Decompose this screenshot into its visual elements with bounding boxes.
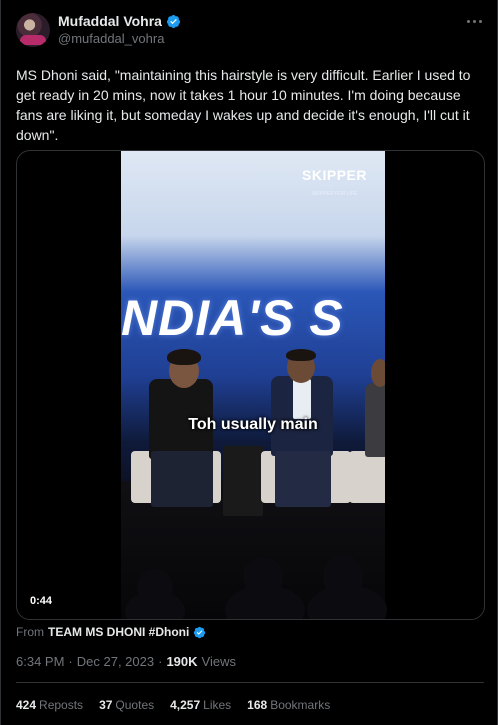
- views-count: 190K: [166, 654, 198, 669]
- video-subtitle: Toh usually main: [188, 416, 318, 433]
- video-frame: SKIPPER PIPES SKIPPER FOR LIFE NDIA'S S: [121, 151, 385, 619]
- author-display-name[interactable]: Mufaddal Vohra: [58, 13, 162, 29]
- audience-silhouettes: [17, 551, 484, 619]
- post-meta: 6:34 PM · Dec 27, 2023 · 190K Views: [16, 654, 236, 669]
- author-handle[interactable]: @mufaddal_vohra: [58, 31, 164, 46]
- community-verified-icon: [194, 626, 206, 638]
- post: Mufaddal Vohra @mufaddal_vohra MS Dhoni …: [0, 0, 498, 725]
- author-name-row: Mufaddal Vohra: [58, 13, 181, 29]
- chair-far-right: [349, 451, 385, 503]
- sponsor-name: SKIPPER: [302, 167, 367, 183]
- post-time[interactable]: 6:34 PM: [16, 654, 64, 669]
- engagement-stats: 424 Reposts 37 Quotes 4,257 Likes 168 Bookma…: [16, 698, 330, 712]
- side-table: [223, 446, 263, 516]
- source-prefix: From: [16, 625, 44, 639]
- sponsor-logo: SKIPPER PIPES SKIPPER FOR LIFE: [302, 167, 367, 197]
- meta-separator: ·: [68, 654, 73, 669]
- post-date[interactable]: Dec 27, 2023: [77, 654, 154, 669]
- stat-quotes[interactable]: 37 Quotes: [99, 698, 154, 712]
- source-community-link[interactable]: TEAM MS DHONI #Dhoni: [48, 625, 189, 639]
- avatar-jersey: [20, 35, 46, 45]
- meta-separator: ·: [158, 654, 163, 669]
- stat-likes[interactable]: 4,257 Likes: [170, 698, 231, 712]
- video-duration: 0:44: [25, 593, 58, 609]
- stat-reposts[interactable]: 424 Reposts: [16, 698, 83, 712]
- stage-backdrop-text: NDIA'S S: [121, 290, 344, 346]
- divider: [16, 682, 484, 683]
- sponsor-tagline: SKIPPER FOR LIFE: [311, 191, 358, 197]
- verified-badge-icon: [166, 14, 181, 28]
- views-label: Views: [201, 654, 236, 669]
- sponsor-sub: PIPES: [324, 183, 345, 189]
- tweet-text: MS Dhoni said, "maintaining this hairsty…: [16, 67, 471, 143]
- stat-bookmarks[interactable]: 168 Bookmarks: [247, 698, 330, 712]
- video-player[interactable]: SKIPPER PIPES SKIPPER FOR LIFE NDIA'S S: [16, 150, 485, 620]
- more-options-icon[interactable]: [463, 14, 485, 28]
- source-community-row: From TEAM MS DHONI #Dhoni: [16, 625, 206, 639]
- avatar[interactable]: [16, 13, 50, 47]
